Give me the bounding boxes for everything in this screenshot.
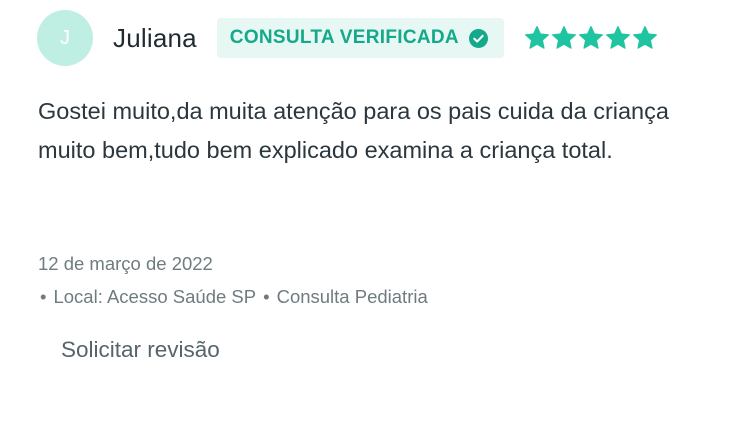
verified-label: CONSULTA VERIFICADA [229, 27, 459, 48]
review-location: Local: Acesso Saúde SP [53, 286, 257, 307]
avatar: J [37, 10, 93, 66]
review-service: Consulta Pediatria [276, 286, 428, 307]
bullet: • [40, 286, 47, 307]
author-name: Juliana [113, 22, 197, 53]
review-header: J Juliana CONSULTA VERIFICADA [37, 9, 658, 67]
verified-badge: CONSULTA VERIFICADA [216, 18, 504, 58]
star-icon [578, 25, 604, 51]
star-rating [524, 25, 658, 51]
review-card: J Juliana CONSULTA VERIFICADA Gostei mui… [0, 0, 739, 424]
bullet: • [263, 286, 270, 307]
star-icon [524, 25, 550, 51]
star-icon [632, 25, 658, 51]
check-circle-icon [468, 28, 488, 48]
review-meta: • Local: Acesso Saúde SP • Consulta Pediatr… [40, 286, 428, 308]
star-icon [605, 25, 631, 51]
request-review-link[interactable]: Solicitar revisão [61, 337, 220, 363]
review-text: Gostei muito,da muita atenção para os pa… [38, 98, 669, 163]
star-icon [551, 25, 577, 51]
review-date: 12 de março de 2022 [38, 253, 213, 274]
avatar-initial: J [60, 26, 70, 49]
